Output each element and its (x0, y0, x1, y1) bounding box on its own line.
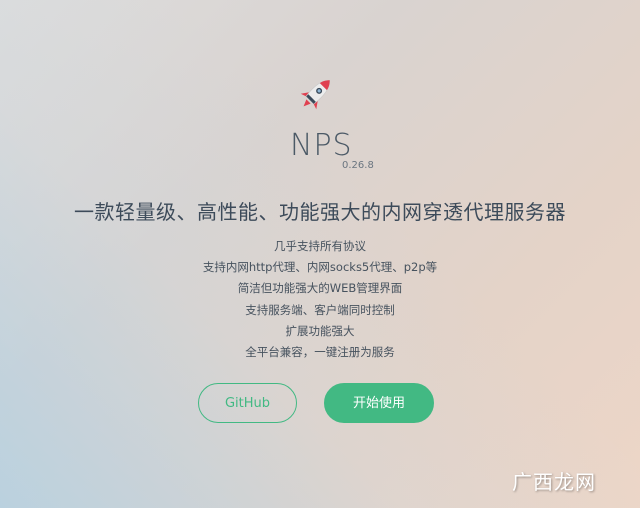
watermark: 广西龙网 (512, 470, 596, 494)
feature-item: 几乎支持所有协议 (274, 239, 366, 253)
app-title: NPS (290, 128, 353, 163)
feature-item: 扩展功能强大 (285, 323, 355, 338)
app-version: 0.26.8 (342, 160, 374, 171)
feature-item: 支持内网http代理、内网socks5代理、p2p等 (202, 260, 438, 275)
rocket-icon (300, 79, 331, 110)
feature-item: 全平台兼容，一键注册为服务 (245, 345, 395, 360)
tagline: 一款轻量级、高性能、功能强大的内网穿透代理服务器 (74, 200, 566, 224)
feature-list: 几乎支持所有协议 支持内网http代理、内网socks5代理、p2p等 简洁但功… (0, 236, 640, 363)
feature-item: 简洁但功能强大的WEB管理界面 (237, 281, 403, 296)
title-block: NPS 0.26.8 (0, 128, 640, 174)
cover-page: NPS 0.26.8 一款轻量级、高性能、功能强大的内网穿透代理服务器 几乎支持… (0, 0, 640, 508)
get-started-button[interactable]: 开始使用 (324, 383, 434, 423)
feature-item: 支持服务端、客户端同时控制 (245, 302, 395, 317)
github-button[interactable]: GitHub (198, 383, 297, 423)
